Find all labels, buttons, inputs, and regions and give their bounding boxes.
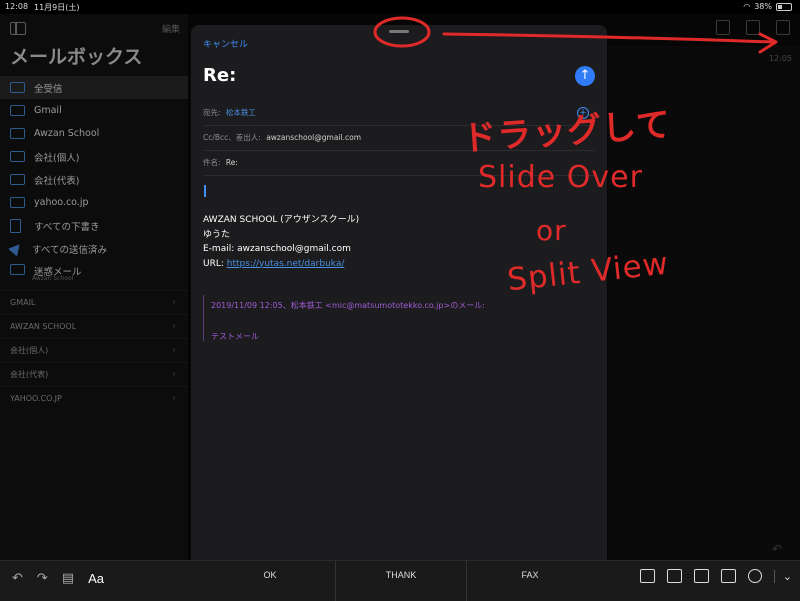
redo-icon[interactable]: ↷: [37, 571, 48, 586]
attach-document-icon[interactable]: [693, 569, 709, 583]
photo-library-icon[interactable]: [639, 569, 655, 583]
annotation-text: or: [536, 214, 567, 247]
scan-document-icon[interactable]: [720, 569, 736, 583]
undo-icon[interactable]: ↶: [12, 571, 23, 586]
suggestion-thank[interactable]: THANK: [335, 561, 467, 601]
shortcut-left-group: ↶ ↷ ▤ Aa: [12, 571, 104, 586]
markup-icon[interactable]: [747, 569, 762, 583]
drag-arrow-annotation: [442, 32, 774, 44]
camera-icon[interactable]: [666, 569, 682, 583]
format-button[interactable]: Aa: [88, 571, 104, 586]
dismiss-keyboard-chevron-down-icon[interactable]: ⌄: [773, 569, 792, 583]
annotation-text: Slide Over: [478, 160, 643, 195]
paste-icon[interactable]: ▤: [62, 571, 74, 586]
suggestion-ok[interactable]: OK: [205, 561, 335, 601]
drag-handle-circle-annotation: [373, 16, 431, 48]
annotation-overlay: [373, 16, 778, 54]
shortcut-right-group: ⌄: [639, 569, 792, 583]
suggestion-fax[interactable]: FAX: [465, 561, 595, 601]
keyboard-shortcut-bar: ↶ ↷ ▤ Aa OK THANK FAX ⌄: [0, 560, 800, 601]
